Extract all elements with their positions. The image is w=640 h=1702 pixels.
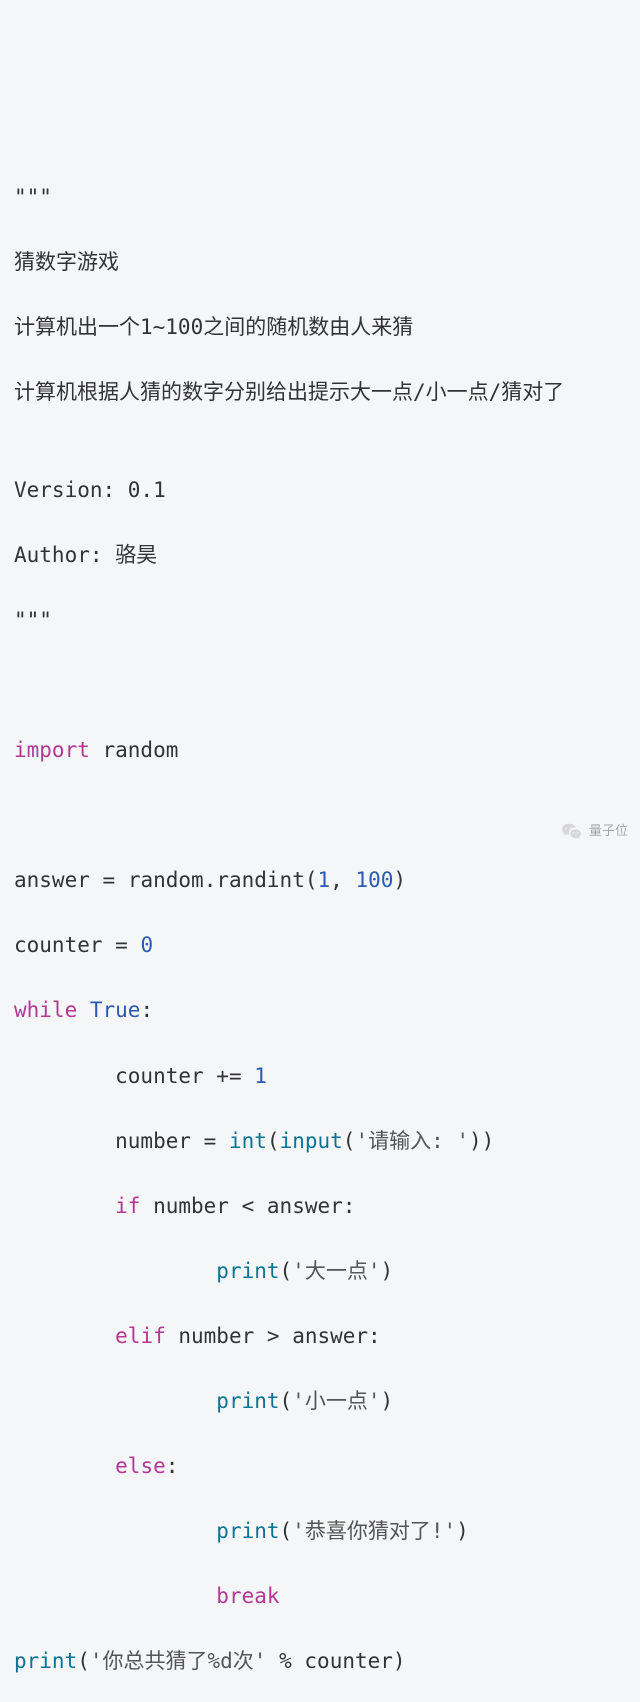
docstring-desc2: 计算机根据人猜的数字分别给出提示大一点/小一点/猜对了 xyxy=(14,376,626,409)
code-block: """ 猜数字游戏 计算机出一个1~100之间的随机数由人来猜 计算机根据人猜的… xyxy=(14,148,626,1702)
docstring-desc1: 计算机出一个1~100之间的随机数由人来猜 xyxy=(14,311,626,344)
if-line: if number < answer: xyxy=(14,1190,626,1223)
break-line: break xyxy=(14,1580,626,1613)
print-smaller: print('小一点') xyxy=(14,1385,626,1418)
import-kw: import xyxy=(14,738,90,762)
watermark: 量子位 xyxy=(561,821,628,841)
print-correct: print('恭喜你猜对了!') xyxy=(14,1515,626,1548)
counter-incr: counter += 1 xyxy=(14,1060,626,1093)
print-total: print('你总共猜了%d次' % counter) xyxy=(14,1645,626,1678)
while-line: while True: xyxy=(14,994,626,1027)
assign-counter: counter = 0 xyxy=(14,929,626,962)
else-line: else: xyxy=(14,1450,626,1483)
blank-line xyxy=(14,799,626,832)
import-line: import random xyxy=(14,734,626,767)
docstring-close: """ xyxy=(14,604,626,637)
docstring-open: """ xyxy=(14,181,626,214)
docstring-author: Author: 骆昊 xyxy=(14,539,626,572)
assign-answer: answer = random.randint(1, 100) xyxy=(14,864,626,897)
elif-line: elif number > answer: xyxy=(14,1320,626,1353)
wechat-icon xyxy=(561,822,583,840)
docstring-version: Version: 0.1 xyxy=(14,474,626,507)
print-bigger: print('大一点') xyxy=(14,1255,626,1288)
watermark-text: 量子位 xyxy=(589,821,628,841)
blank-line xyxy=(14,669,626,702)
input-line: number = int(input('请输入: ')) xyxy=(14,1125,626,1158)
docstring-title: 猜数字游戏 xyxy=(14,246,626,279)
